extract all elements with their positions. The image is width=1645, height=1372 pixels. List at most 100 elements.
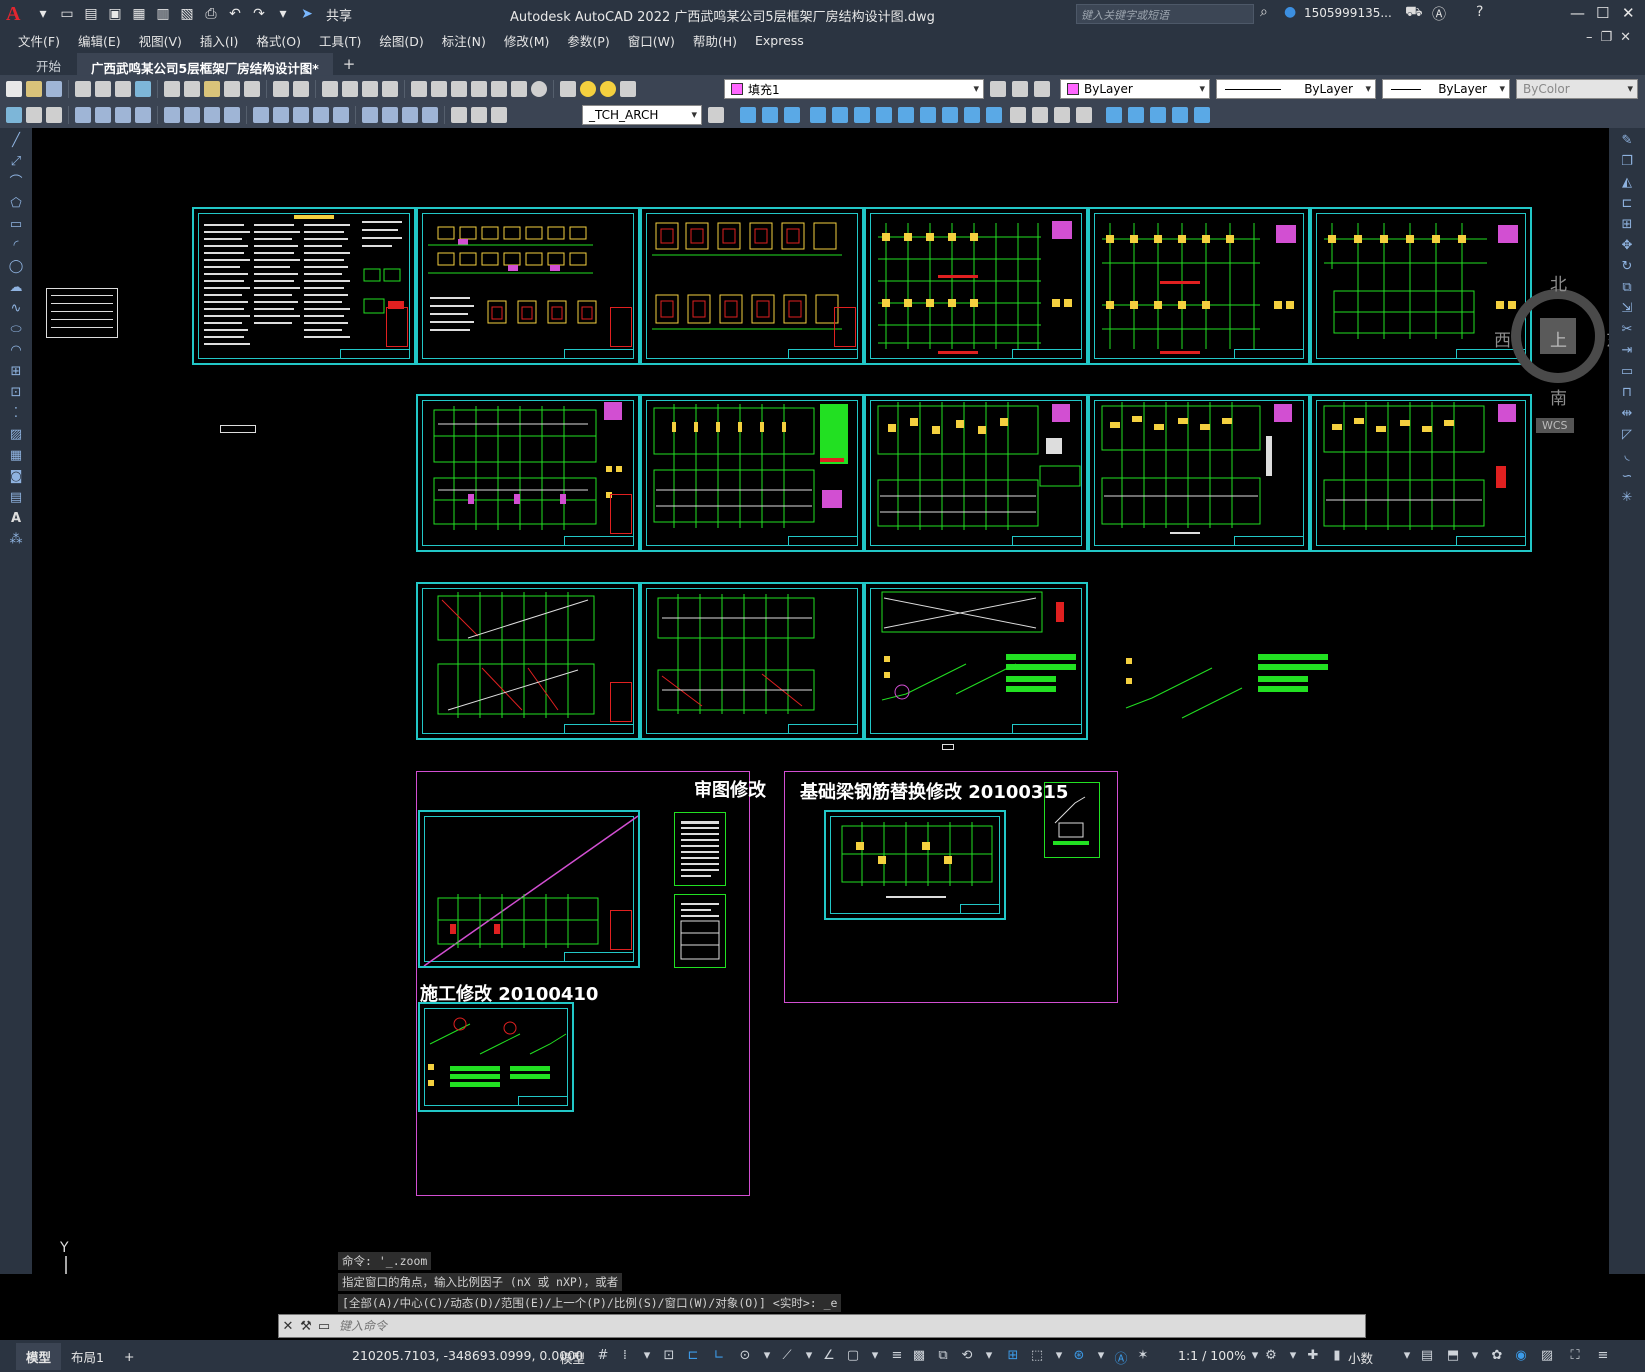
annotation-monitor-icon[interactable]: ✚ bbox=[1304, 1348, 1322, 1364]
arc-length-icon[interactable] bbox=[115, 107, 131, 123]
dropdown-arrow-icon[interactable]: ▾ bbox=[1050, 1348, 1068, 1364]
menu-view[interactable]: 视图(V) bbox=[139, 31, 182, 50]
menu-express[interactable]: Express bbox=[755, 33, 804, 48]
drawing-sheet[interactable] bbox=[418, 1002, 574, 1112]
viewcube-top-face[interactable]: 上 bbox=[1550, 326, 1567, 351]
polar-tracking-icon[interactable]: ⊙ bbox=[736, 1348, 754, 1364]
array-icon[interactable]: ⊞ bbox=[1619, 217, 1635, 233]
layer-previous-icon[interactable] bbox=[1012, 81, 1028, 97]
paste-icon[interactable] bbox=[204, 81, 220, 97]
text-style-dropdown[interactable]: _TCH_ARCH ▾ bbox=[582, 105, 702, 125]
document-sheet[interactable] bbox=[674, 812, 726, 886]
offset-icon[interactable] bbox=[784, 107, 800, 123]
arc-icon[interactable]: ◜ bbox=[8, 238, 24, 254]
wcs-button[interactable]: WCS bbox=[1536, 418, 1574, 433]
3d-dwf-icon[interactable] bbox=[135, 81, 151, 97]
document-sheet[interactable] bbox=[674, 894, 726, 968]
point-icon[interactable]: ⁚ bbox=[8, 406, 24, 422]
tool-palettes-icon[interactable] bbox=[451, 81, 467, 97]
trim-icon[interactable]: ✂ bbox=[1619, 322, 1635, 338]
rectangle-icon[interactable]: ▭ bbox=[8, 217, 24, 233]
blend-curves-icon[interactable]: ∽ bbox=[1619, 469, 1635, 485]
copy-object-icon[interactable] bbox=[740, 107, 756, 123]
color-dropdown[interactable]: ByLayer ▾ bbox=[1060, 79, 1210, 99]
drawing-sheet[interactable] bbox=[864, 582, 1088, 740]
linetype-dropdown[interactable]: ByLayer ▾ bbox=[1216, 79, 1376, 99]
linear-dimension-icon[interactable] bbox=[75, 107, 91, 123]
revision-cloud-icon[interactable]: ☁ bbox=[8, 280, 24, 296]
layer-lock-icon[interactable] bbox=[620, 81, 636, 97]
layer-match-icon[interactable] bbox=[6, 107, 22, 123]
menu-tools[interactable]: 工具(T) bbox=[319, 31, 361, 50]
copy-icon[interactable]: ❐ bbox=[1619, 154, 1635, 170]
join-icon[interactable]: ⇹ bbox=[1619, 406, 1635, 422]
redo-icon[interactable]: ↷ bbox=[250, 5, 268, 23]
hardware-acceleration-icon[interactable]: ◉ bbox=[1512, 1348, 1530, 1364]
transparency-icon[interactable]: ▩ bbox=[910, 1348, 928, 1364]
stretch-icon[interactable]: ⇲ bbox=[1619, 301, 1635, 317]
grid-icon[interactable]: # bbox=[594, 1348, 612, 1364]
gradient-icon[interactable] bbox=[1194, 107, 1210, 123]
save-icon[interactable] bbox=[46, 81, 62, 97]
object-snap-icon[interactable]: ▢ bbox=[844, 1348, 862, 1364]
lock-ui-icon[interactable]: ⬒ bbox=[1444, 1348, 1462, 1364]
close-button[interactable]: ✕ bbox=[1622, 4, 1635, 22]
aligned-dimension-icon[interactable] bbox=[95, 107, 111, 123]
construction-line-icon[interactable]: ⤢ bbox=[8, 154, 24, 170]
viewcube[interactable]: 北 南 西 东 上 WCS bbox=[1494, 275, 1609, 433]
units-dropdown[interactable]: 小数 bbox=[1348, 1348, 1373, 1367]
foundation-revision-title[interactable]: 基础梁钢筋替换修改 20100315 bbox=[800, 778, 1068, 804]
ellipse-icon[interactable]: ⬭ bbox=[8, 322, 24, 338]
tab-drawing[interactable]: 广西武鸣某公司5层框架厂房结构设计图* bbox=[77, 53, 333, 76]
insert-block-icon[interactable]: ⊞ bbox=[8, 364, 24, 380]
review-revision-title[interactable]: 审图修改 bbox=[694, 776, 766, 802]
properties-icon[interactable] bbox=[411, 81, 427, 97]
dynamic-ucs-icon[interactable]: ⊞ bbox=[1004, 1348, 1022, 1364]
ordinate-icon[interactable] bbox=[135, 107, 151, 123]
infer-constraints-icon[interactable]: ⊡ bbox=[660, 1348, 678, 1364]
drawing-sheet[interactable] bbox=[416, 207, 640, 365]
join-icon[interactable] bbox=[986, 107, 1002, 123]
menu-insert[interactable]: 插入(I) bbox=[200, 31, 238, 50]
save-web-icon[interactable]: ▧ bbox=[178, 5, 196, 23]
dropdown-arrow-icon[interactable]: ▾ bbox=[1092, 1348, 1110, 1364]
dropdown-arrow-icon[interactable]: ▾ bbox=[34, 5, 52, 23]
dim-style-icon[interactable] bbox=[708, 107, 724, 123]
coordinates-readout[interactable]: 210205.7103, -348693.0999, 0.0000 bbox=[352, 1348, 583, 1363]
baseline-icon[interactable] bbox=[273, 107, 289, 123]
customize-command-icon[interactable]: ⚒ bbox=[297, 1319, 315, 1334]
menu-modify[interactable]: 修改(M) bbox=[504, 31, 550, 50]
viewcube-south[interactable]: 南 bbox=[1550, 384, 1567, 409]
rotate-icon[interactable]: ↻ bbox=[1619, 259, 1635, 275]
drawing-sheet[interactable] bbox=[416, 582, 640, 740]
mirror-icon[interactable]: ◭ bbox=[1619, 175, 1635, 191]
drawing-sheet[interactable] bbox=[640, 394, 864, 552]
plotstyle-dropdown[interactable]: ByColor ▾ bbox=[1516, 79, 1638, 99]
fillet-icon[interactable]: ◟ bbox=[1619, 448, 1635, 464]
drawing-sheet[interactable] bbox=[1310, 394, 1532, 552]
maximize-button[interactable]: ☐ bbox=[1596, 4, 1609, 22]
offset-icon[interactable]: ⊏ bbox=[1619, 196, 1635, 212]
stretch-icon[interactable] bbox=[898, 107, 914, 123]
drawing-sheet[interactable] bbox=[1088, 207, 1310, 365]
viewcube-west[interactable]: 西 bbox=[1494, 326, 1511, 351]
command-prompt-icon[interactable]: ▭ bbox=[315, 1319, 333, 1334]
auto-scale-icon[interactable]: ✶ bbox=[1134, 1348, 1152, 1364]
zoom-window-icon[interactable] bbox=[362, 81, 378, 97]
gizmo-icon[interactable]: ⊛ bbox=[1070, 1348, 1088, 1364]
blend-icon[interactable] bbox=[1054, 107, 1070, 123]
polyline-icon[interactable]: ⌒ bbox=[8, 175, 24, 191]
pan-icon[interactable] bbox=[322, 81, 338, 97]
tab-layout1[interactable]: 布局1 bbox=[61, 1343, 114, 1370]
center-mark-icon[interactable] bbox=[382, 107, 398, 123]
snap-icon[interactable]: ⁞ bbox=[616, 1348, 634, 1364]
drawing-sheet[interactable] bbox=[192, 207, 416, 365]
match-properties-icon[interactable] bbox=[224, 81, 240, 97]
isometric-icon[interactable]: ⟋ bbox=[778, 1348, 796, 1364]
hatch-icon[interactable]: ▨ bbox=[8, 427, 24, 443]
extend-icon[interactable]: ⇥ bbox=[1619, 343, 1635, 359]
design-center-icon[interactable] bbox=[431, 81, 447, 97]
make-current-layer-icon[interactable] bbox=[990, 81, 1006, 97]
erase-icon[interactable]: ✎ bbox=[1619, 133, 1635, 149]
cart-icon[interactable]: ⛟ bbox=[1405, 4, 1423, 22]
